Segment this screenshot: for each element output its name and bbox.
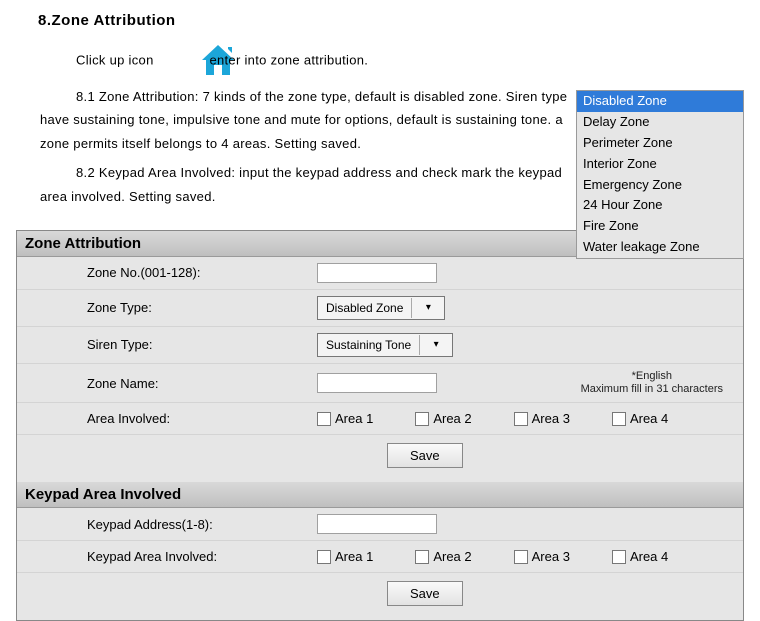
zone-type-select[interactable]: Disabled Zone ▾	[317, 296, 445, 320]
intro-post: enter into zone attribution.	[209, 52, 368, 67]
label-zone-type: Zone Type:	[17, 292, 317, 323]
zone-type-option[interactable]: Water leakage Zone	[577, 237, 743, 258]
area-4-checkbox[interactable]: Area 4	[612, 549, 668, 564]
zone-type-value: Disabled Zone	[318, 301, 411, 315]
zone-name-hint: *EnglishMaximum fill in 31 characters	[581, 370, 723, 396]
zone-type-option[interactable]: 24 Hour Zone	[577, 195, 743, 216]
section-heading: 8.Zone Attribution	[38, 12, 744, 29]
area-1-checkbox[interactable]: Area 1	[317, 411, 373, 426]
chevron-down-icon: ▾	[411, 298, 444, 318]
paragraph-8-2: 8.2 Keypad Area Involved: input the keyp…	[40, 161, 580, 208]
panel-title: Keypad Area Involved	[17, 482, 743, 508]
area-2-checkbox[interactable]: Area 2	[415, 549, 471, 564]
label-zone-no: Zone No.(001-128):	[17, 257, 317, 288]
area-3-checkbox[interactable]: Area 3	[514, 549, 570, 564]
paragraph-8-1: 8.1 Zone Attribution: 7 kinds of the zon…	[40, 85, 580, 155]
siren-type-select[interactable]: Sustaining Tone ▾	[317, 333, 453, 357]
zone-attribution-panel: Zone Attribution Zone No.(001-128): Zone…	[16, 230, 744, 621]
area-1-checkbox[interactable]: Area 1	[317, 549, 373, 564]
zone-type-list[interactable]: Disabled Zone Delay Zone Perimeter Zone …	[576, 90, 744, 259]
house-icon	[162, 43, 202, 79]
intro-line: Click up icon enter into zone attributio…	[40, 43, 744, 79]
zone-type-option[interactable]: Disabled Zone	[577, 91, 743, 112]
label-area-involved: Area Involved:	[17, 403, 317, 434]
zone-type-option[interactable]: Fire Zone	[577, 216, 743, 237]
label-zone-name: Zone Name:	[17, 368, 317, 399]
zone-type-option[interactable]: Delay Zone	[577, 112, 743, 133]
chevron-down-icon: ▾	[419, 335, 452, 355]
keypad-address-input[interactable]	[317, 514, 437, 534]
label-keypad-address: Keypad Address(1-8):	[17, 509, 317, 540]
zone-type-option[interactable]: Perimeter Zone	[577, 133, 743, 154]
zone-no-input[interactable]	[317, 263, 437, 283]
siren-type-value: Sustaining Tone	[318, 338, 419, 352]
area-3-checkbox[interactable]: Area 3	[514, 411, 570, 426]
save-button[interactable]: Save	[387, 581, 463, 606]
intro-pre: Click up icon	[76, 52, 154, 67]
zone-type-option[interactable]: Emergency Zone	[577, 175, 743, 196]
save-button[interactable]: Save	[387, 443, 463, 468]
area-2-checkbox[interactable]: Area 2	[415, 411, 471, 426]
label-keypad-area: Keypad Area Involved:	[17, 541, 317, 572]
label-siren-type: Siren Type:	[17, 329, 317, 360]
zone-type-option[interactable]: Interior Zone	[577, 154, 743, 175]
area-4-checkbox[interactable]: Area 4	[612, 411, 668, 426]
zone-name-input[interactable]	[317, 373, 437, 393]
